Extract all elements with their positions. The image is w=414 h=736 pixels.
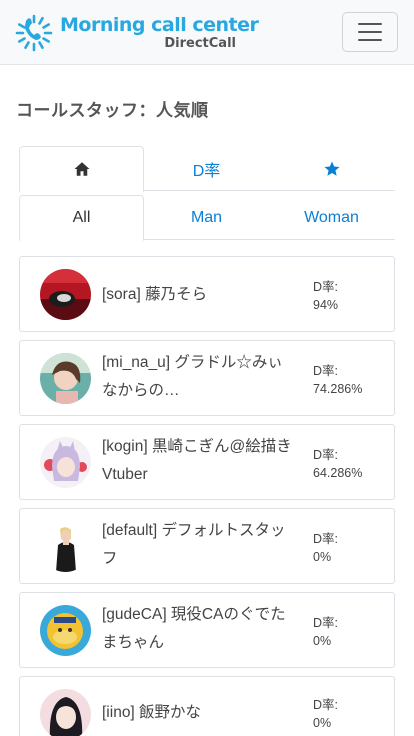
tab-man-label: Man [190,208,223,226]
rate-label: D率: [313,616,339,630]
star-icon [324,161,339,176]
tab-woman[interactable]: Woman [269,195,394,240]
tab-woman-label: Woman [304,208,359,226]
page-title: コールスタッフ：人気順 [16,101,209,121]
staff-name: [sora] 藤乃そら [102,286,208,303]
tab-all-label: All [72,209,91,226]
staff-name: [kogin] 黒崎こぎん@絵描きVtuber [102,438,292,483]
staff-card[interactable]: [iino] 飯野かな D率: 0% [19,676,395,736]
rate-value: 0% [313,550,332,564]
staff-name: [gudeCA] 現役CAのぐでたまちゃん [102,606,286,651]
tab-man[interactable]: Man [144,195,269,240]
staff-name: [mi_na_u] グラドル☆みぃなからの… [102,354,283,399]
hamburger-icon-line [358,31,382,33]
staff-card[interactable]: [default] デフォルトスタッフ D率: 0% [19,508,395,584]
rate-value: 0% [313,634,332,648]
rate-value: 64.286% [313,466,363,480]
menu-toggle-button[interactable] [342,12,398,52]
rate-label: D率: [313,364,339,378]
rate-label: D率: [313,532,339,546]
brand-subtitle: DirectCall [164,36,236,51]
navbar: Morning call center DirectCall [0,0,414,65]
avatar [40,689,91,736]
rate-value: 0% [313,716,332,730]
brand-text: Morning call center DirectCall [60,12,259,54]
rate-label: D率: [313,280,339,294]
gender-tabs: All Man Woman [19,195,395,241]
rate-value: 74.286% [313,382,363,396]
rate-label: D率: [313,698,339,712]
staff-card[interactable]: [gudeCA] 現役CAのぐでたまちゃん D率: 0% [19,592,395,668]
avatar [40,521,91,572]
brand-logo-link[interactable]: Morning call center DirectCall [14,12,259,54]
brand-title: Morning call center [60,14,259,36]
home-icon [74,162,89,176]
staff-card[interactable]: [kogin] 黒崎こぎん@絵描きVtuber D率: 64.286% [19,424,395,500]
rate-value: 94% [313,298,339,312]
staff-card[interactable]: [sora] 藤乃そら D率: 94% [19,256,395,332]
tab-star[interactable] [269,146,394,191]
staff-name: [iino] 飯野かな [102,704,202,721]
hamburger-icon-line [358,39,382,41]
tab-home[interactable] [19,146,144,192]
tab-d-rate[interactable]: D率 [144,146,269,191]
rate-label: D率: [313,448,339,462]
tab-d-rate-label: D率 [192,162,221,180]
avatar [40,353,91,404]
hamburger-icon-line [358,23,382,25]
avatar [40,605,91,656]
avatar [40,437,91,488]
avatar [40,269,91,320]
sort-tabs: D率 [19,146,395,192]
staff-card[interactable]: [mi_na_u] グラドル☆みぃなからの… D率: 74.286% [19,340,395,416]
tab-all[interactable]: All [19,195,144,241]
staff-name: [default] デフォルトスタッフ [102,522,286,567]
logo-icon [15,14,53,52]
